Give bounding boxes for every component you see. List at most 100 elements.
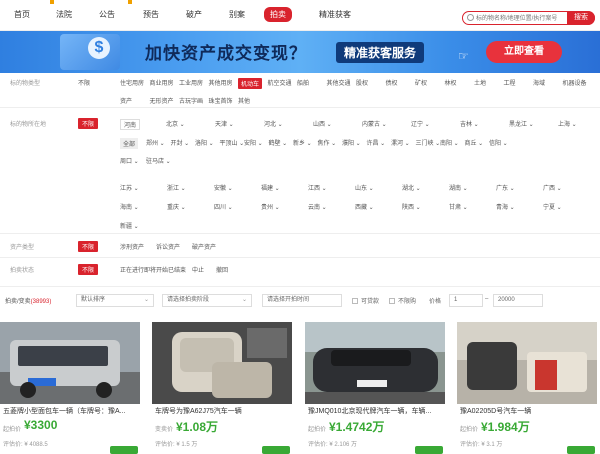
filter-type-option[interactable]: 资产 — [120, 96, 132, 105]
search-input[interactable] — [476, 13, 566, 24]
province-option[interactable]: 北京 ⌄ — [166, 119, 185, 128]
filter-type-option[interactable]: 无形资产 — [150, 96, 174, 105]
asset-option[interactable]: 破产资产 — [192, 242, 216, 251]
province-option[interactable]: 青海 ⌄ — [496, 202, 515, 211]
city-option[interactable]: 开封 ⌄ — [171, 138, 190, 147]
province-option[interactable]: 新疆 ⌄ — [120, 221, 139, 230]
city-option[interactable]: 郑州 ⌄ — [146, 138, 165, 147]
price-min-input[interactable]: 1 — [449, 294, 483, 307]
province-option[interactable]: 贵州 ⌄ — [261, 202, 280, 211]
province-option[interactable]: 湖南 ⌄ — [449, 183, 468, 192]
province-option[interactable]: 浙江 ⌄ — [167, 183, 186, 192]
province-option[interactable]: 云南 ⌄ — [308, 202, 327, 211]
nav-item-bankruptcy[interactable]: 破产 — [186, 9, 202, 20]
auction-card[interactable]: 豫A02205D号汽车一辆 起拍价 ¥1.984万 评估价: ¥ 3.1 万 — [457, 322, 597, 454]
asset-option[interactable]: 涉刑资产 — [120, 242, 144, 251]
province-option[interactable]: 广西 ⌄ — [543, 183, 562, 192]
province-option[interactable]: 上海 ⌄ — [558, 119, 577, 128]
price-max-input[interactable]: 20000 — [493, 294, 543, 307]
filter-type-option[interactable]: 土地 — [474, 78, 486, 87]
filter-type-option[interactable]: 商业用房 — [150, 78, 174, 87]
city-option[interactable]: 濮阳 ⌄ — [342, 138, 361, 147]
filter-type-option[interactable]: 航空交通 — [268, 78, 292, 87]
filter-type-option[interactable]: 珠宝首饰 — [209, 96, 233, 105]
province-option[interactable]: 黑龙江 ⌄ — [509, 119, 534, 128]
sort-select[interactable]: 默认排序 ⌄ — [76, 294, 154, 307]
city-option[interactable]: 焦作 ⌄ — [318, 138, 337, 147]
auction-card[interactable]: 豫JMQ010北京现代牌汽车一辆，车辆... 起拍价 ¥1.4742万 评估价:… — [305, 322, 445, 454]
province-option[interactable]: 重庆 ⌄ — [167, 202, 186, 211]
filter-asset-unlimited[interactable]: 不限 — [78, 241, 99, 252]
city-option[interactable]: 驻马店 ⌄ — [146, 156, 171, 165]
province-option[interactable]: 海南 ⌄ — [120, 202, 139, 211]
province-option[interactable]: 湖北 ⌄ — [402, 183, 421, 192]
city-option[interactable]: 商丘 ⌄ — [465, 138, 484, 147]
city-option[interactable]: 南阳 ⌄ — [440, 138, 459, 147]
asset-option[interactable]: 诉讼资产 — [156, 242, 180, 251]
filter-type-option[interactable]: 机动车 — [238, 78, 263, 89]
city-option[interactable]: 平顶山 ⌄ — [220, 138, 245, 147]
card-title[interactable]: 豫A02205D号汽车一辆 — [460, 406, 596, 416]
province-option[interactable]: 四川 ⌄ — [214, 202, 233, 211]
city-option[interactable]: 信阳 ⌄ — [489, 138, 508, 147]
province-option[interactable]: 河北 ⌄ — [264, 119, 283, 128]
filter-type-option[interactable]: 其他用房 — [209, 78, 233, 87]
filter-type-option[interactable]: 债权 — [386, 78, 398, 87]
filter-status-unlimited[interactable]: 不限 — [78, 264, 99, 275]
time-input[interactable]: 请选择开拍时间 — [262, 294, 342, 307]
province-option[interactable]: 甘肃 ⌄ — [449, 202, 468, 211]
region-tab-henan[interactable]: 河南 — [120, 119, 141, 130]
auction-card[interactable]: 五菱牌小型面包车一辆（车牌号：豫A... 起拍价 ¥3300 评估价: ¥ 40… — [0, 322, 140, 454]
filter-type-option[interactable]: 股权 — [356, 78, 368, 87]
province-option[interactable]: 广东 ⌄ — [496, 183, 515, 192]
filter-type-option[interactable]: 工程 — [504, 78, 516, 87]
city-option[interactable]: 洛阳 ⌄ — [195, 138, 214, 147]
banner-cta-button[interactable]: 立即查看 — [486, 41, 562, 63]
filter-type-option[interactable]: 船舶 — [297, 78, 309, 87]
province-option[interactable]: 辽宁 ⌄ — [411, 119, 430, 128]
city-option[interactable]: 安阳 ⌄ — [244, 138, 263, 147]
province-option[interactable]: 江苏 ⌄ — [120, 183, 139, 192]
filter-type-option[interactable]: 林权 — [445, 78, 457, 87]
no-limit-checkbox[interactable]: 不限购 — [389, 296, 416, 305]
nav-item-notice[interactable]: 公告 — [99, 9, 115, 20]
province-option[interactable]: 山西 ⌄ — [313, 119, 332, 128]
nav-item-preview[interactable]: 预告 — [143, 9, 159, 20]
province-option[interactable]: 吉林 ⌄ — [460, 119, 479, 128]
province-option[interactable]: 宁夏 ⌄ — [543, 202, 562, 211]
city-option[interactable]: 周口 ⌄ — [120, 156, 139, 165]
auction-card[interactable]: 车牌号为豫A62J75汽车一辆 变卖价 ¥1.08万 评估价: ¥ 1.5 万 — [152, 322, 292, 454]
card-title[interactable]: 五菱牌小型面包车一辆（车牌号：豫A... — [3, 406, 139, 416]
filter-type-option[interactable]: 古玩字画 — [179, 96, 203, 105]
filter-type-option[interactable]: 工业用房 — [179, 78, 203, 87]
nav-item-other[interactable]: 别案 — [229, 9, 245, 20]
filter-type-option[interactable]: 其他 — [238, 96, 250, 105]
province-option[interactable]: 内蒙古 ⌄ — [362, 119, 387, 128]
province-option[interactable]: 江西 ⌄ — [308, 183, 327, 192]
filter-type-option[interactable]: 其他交通 — [327, 78, 351, 87]
filter-type-option[interactable]: 海域 — [533, 78, 545, 87]
card-title[interactable]: 豫JMQ010北京现代牌汽车一辆，车辆... — [308, 406, 444, 416]
province-option[interactable]: 天津 ⌄ — [215, 119, 234, 128]
promo-banner[interactable]: $ 加快资产成交变现？ 精准获客服务 ☞ 立即查看 — [0, 31, 600, 73]
status-option[interactable]: 撤回 — [216, 265, 228, 274]
province-option[interactable]: 安徽 ⌄ — [214, 183, 233, 192]
nav-item-home[interactable]: 首页 — [14, 9, 30, 20]
nav-item-auction[interactable]: 拍卖 — [264, 7, 292, 22]
province-option[interactable]: 山东 ⌄ — [355, 183, 374, 192]
status-option[interactable]: 正在进行 — [120, 265, 144, 274]
filter-type-unlimited[interactable]: 不限 — [78, 78, 90, 87]
city-option[interactable]: 鹤壁 ⌄ — [269, 138, 288, 147]
stage-select[interactable]: 请选择拍卖阶段 ⌄ — [162, 294, 252, 307]
nav-item-court[interactable]: 法院 — [56, 9, 72, 20]
city-option[interactable]: 三门峡 ⌄ — [416, 138, 441, 147]
filter-type-option[interactable]: 矿权 — [415, 78, 427, 87]
city-option[interactable]: 漯河 ⌄ — [391, 138, 410, 147]
search-button[interactable]: 搜索 — [567, 11, 595, 25]
card-title[interactable]: 车牌号为豫A62J75汽车一辆 — [155, 406, 291, 416]
province-option[interactable]: 陕西 ⌄ — [402, 202, 421, 211]
filter-type-option[interactable]: 住宅用房 — [120, 78, 144, 87]
city-option[interactable]: 许昌 ⌄ — [367, 138, 386, 147]
status-option[interactable]: 即将开始 — [144, 265, 168, 274]
loan-checkbox[interactable]: 可贷款 — [352, 296, 379, 305]
